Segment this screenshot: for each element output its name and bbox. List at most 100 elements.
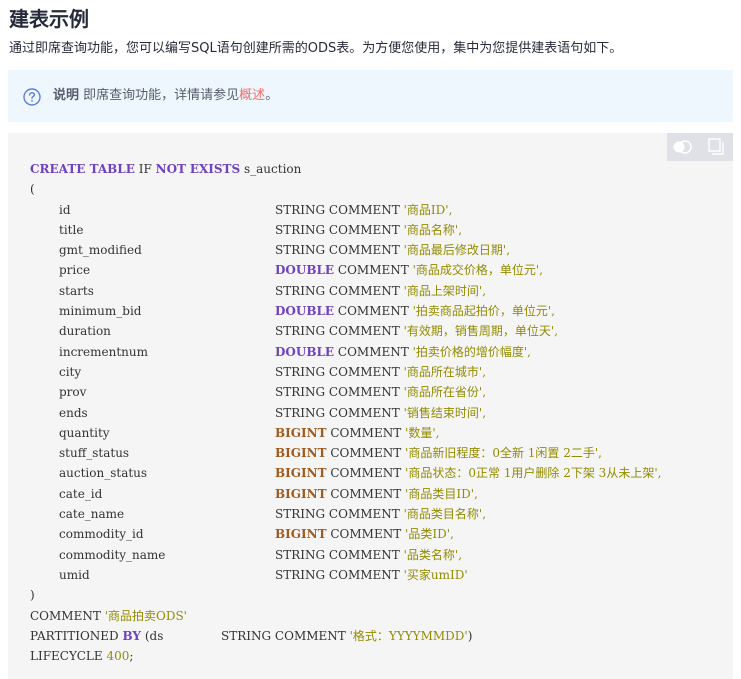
- column-definition: BIGINT COMMENT '品类ID',: [275, 524, 454, 544]
- column-name: prov: [59, 385, 87, 400]
- page-title: 建表示例: [9, 7, 89, 31]
- column-line: starts STRING COMMENT '商品上架时间',: [30, 281, 486, 301]
- column-definition: DOUBLE COMMENT '商品成交价格，单位元',: [275, 260, 543, 280]
- column-definition: BIGINT COMMENT '商品新旧程度：0全新 1闲置 2二手',: [275, 443, 602, 463]
- code-line-table-comment: COMMENT '商品拍卖ODS': [30, 606, 301, 626]
- semicolon: ;: [129, 649, 134, 664]
- note-box: 说明 即席查询功能，详情请参见概述。: [8, 70, 733, 122]
- column-comment: '商品成交价格，单位元',: [412, 263, 543, 278]
- column-comment: '品类ID',: [405, 527, 454, 542]
- column-comment: '数量',: [405, 425, 440, 440]
- create-keyword: CREATE TABLE: [30, 162, 135, 176]
- column-line: cate_id BIGINT COMMENT '商品类目ID',: [30, 484, 478, 504]
- column-name: price: [59, 263, 91, 278]
- partition-comment-keyword: COMMENT: [274, 628, 346, 643]
- column-line: quantity BIGINT COMMENT '数量',: [30, 423, 439, 443]
- column-name: minimum_bid: [59, 304, 142, 319]
- overview-link[interactable]: 概述: [239, 88, 265, 103]
- column-comment-keyword: COMMENT: [328, 364, 400, 379]
- column-type: STRING: [275, 243, 326, 258]
- column-comment-keyword: COMMENT: [328, 324, 400, 339]
- column-list: id STRING COMMENT '商品ID', title STRING COMM…: [30, 200, 661, 586]
- column-type: DOUBLE: [275, 263, 335, 278]
- column-line: ends STRING COMMENT '销售结束时间',: [30, 403, 486, 423]
- table-name: s_auction: [243, 162, 302, 176]
- open-paren: (: [30, 182, 35, 197]
- column-comment-keyword: COMMENT: [328, 547, 400, 562]
- column-type: BIGINT: [275, 425, 327, 440]
- column-comment: '商品类目ID',: [405, 486, 478, 501]
- column-line: incrementnum DOUBLE COMMENT '拍卖价格的增价幅度',: [30, 342, 531, 362]
- column-name: title: [59, 222, 84, 237]
- column-definition: STRING COMMENT '商品所在省份',: [275, 382, 486, 402]
- partition-open: (ds: [144, 628, 164, 643]
- column-line: cate_name STRING COMMENT '商品类目名称',: [30, 504, 486, 524]
- column-name: ends: [59, 405, 88, 420]
- code-line-lifecycle: LIFECYCLE 400;: [30, 646, 301, 666]
- column-definition: STRING COMMENT '品类名称',: [275, 545, 462, 565]
- column-definition: STRING COMMENT '商品上架时间',: [275, 281, 486, 301]
- if-keyword: IF: [138, 162, 152, 176]
- column-name: commodity_id: [59, 527, 144, 542]
- note-label: 说明: [53, 88, 80, 103]
- column-line: stuff_status BIGINT COMMENT '商品新旧程度：0全新 1…: [30, 443, 602, 463]
- intro-text: 通过即席查询功能，您可以编写SQL语句创建所需的ODS表。为方便您使用，集中为您…: [9, 41, 623, 56]
- column-definition: STRING COMMENT '销售结束时间',: [275, 403, 486, 423]
- column-name: cate_id: [59, 486, 103, 501]
- column-comment: '品类名称',: [403, 547, 463, 562]
- column-type: STRING: [275, 283, 326, 298]
- code-toolbar: [667, 133, 733, 161]
- column-definition: STRING COMMENT '商品所在城市',: [275, 362, 486, 382]
- column-comment: '商品最后修改日期',: [403, 243, 511, 258]
- theme-toggle-icon[interactable]: [672, 137, 694, 157]
- column-name: id: [59, 202, 71, 217]
- column-name: commodity_name: [59, 547, 166, 562]
- column-comment: '商品状态：0正常 1用户删除 2下架 3从未上架',: [405, 466, 662, 481]
- partition-comment: '格式：YYYYMMDD': [349, 628, 468, 643]
- column-line: title STRING COMMENT '商品名称',: [30, 220, 462, 240]
- column-name: cate_name: [59, 507, 125, 522]
- partition-close: ): [467, 628, 473, 643]
- column-comment: '商品新旧程度：0全新 1闲置 2二手',: [405, 446, 602, 461]
- column-comment-keyword: COMMENT: [328, 283, 400, 298]
- column-definition: STRING COMMENT '商品最后修改日期',: [275, 240, 510, 260]
- column-comment: '拍卖商品起拍价，单位元',: [412, 304, 555, 319]
- column-comment-keyword: COMMENT: [328, 405, 400, 420]
- not-keyword: NOT: [155, 162, 186, 176]
- column-name: duration: [59, 324, 111, 339]
- column-comment: '商品类目名称',: [403, 507, 487, 522]
- column-line: duration STRING COMMENT '有效期，销售周期，单位天',: [30, 321, 558, 341]
- column-line: auction_status BIGINT COMMENT '商品状态：0正常 1…: [30, 463, 661, 483]
- copy-icon[interactable]: [705, 137, 727, 157]
- note-body: 即席查询功能，详情请参见: [83, 88, 240, 103]
- column-definition: BIGINT COMMENT '商品类目ID',: [275, 484, 478, 504]
- column-type: STRING: [275, 324, 326, 339]
- column-line: umid STRING COMMENT '买家umID': [30, 565, 468, 585]
- column-definition: STRING COMMENT '商品ID',: [275, 200, 452, 220]
- code-block: CREATE TABLE IF NOT EXISTS s_auction ( i…: [8, 133, 733, 679]
- column-definition: DOUBLE COMMENT '拍卖商品起拍价，单位元',: [275, 301, 555, 321]
- column-comment: '商品名称',: [403, 222, 463, 237]
- column-name: stuff_status: [59, 446, 130, 461]
- column-comment-keyword: COMMENT: [330, 527, 402, 542]
- column-comment-keyword: COMMENT: [328, 222, 400, 237]
- column-comment-keyword: COMMENT: [328, 507, 400, 522]
- column-comment-keyword: COMMENT: [337, 304, 409, 319]
- column-comment-keyword: COMMENT: [328, 243, 400, 258]
- column-name: starts: [59, 283, 94, 298]
- column-type: STRING: [275, 364, 326, 379]
- column-line: city STRING COMMENT '商品所在城市',: [30, 362, 486, 382]
- column-type: STRING: [275, 547, 326, 562]
- column-comment-keyword: COMMENT: [330, 425, 402, 440]
- column-definition: STRING COMMENT '有效期，销售周期，单位天',: [275, 321, 558, 341]
- column-type: BIGINT: [275, 446, 327, 461]
- column-name: umid: [59, 567, 90, 582]
- sql-code: CREATE TABLE IF NOT EXISTS s_auction ( i…: [30, 159, 661, 666]
- column-type: STRING: [275, 385, 326, 400]
- column-comment-keyword: COMMENT: [330, 466, 402, 481]
- exists-keyword: EXISTS: [189, 162, 241, 176]
- column-type: BIGINT: [275, 486, 327, 501]
- question-circle-icon: [23, 88, 41, 106]
- column-comment-keyword: COMMENT: [337, 263, 409, 278]
- column-comment-keyword: COMMENT: [328, 385, 400, 400]
